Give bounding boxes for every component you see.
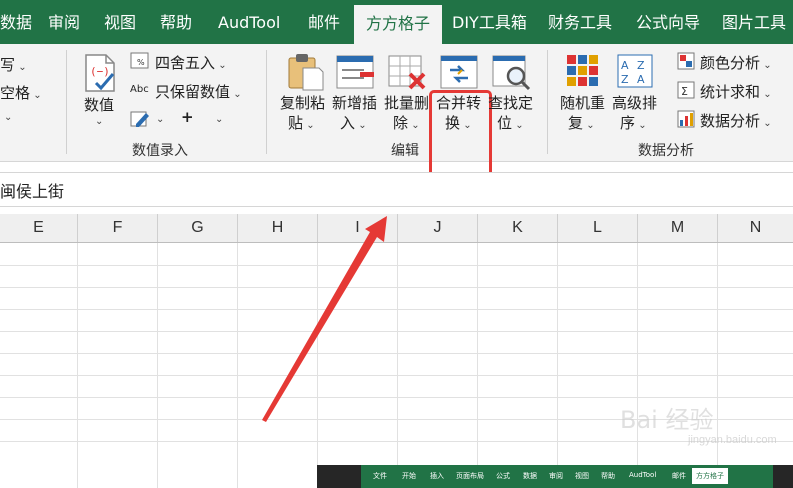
mini-tab[interactable]: 公式 — [496, 471, 510, 481]
mini-ribbon-inset: 文件 开始 插入 页面布局 公式 数据 审阅 视图 帮助 AudTool 邮件 … — [317, 465, 793, 488]
mini-tab[interactable]: AudTool — [629, 471, 656, 479]
baidu-watermark-url: jingyan.baidu.com — [688, 434, 777, 446]
mini-tab[interactable]: 邮件 — [672, 471, 686, 481]
mini-tab[interactable]: 插入 — [430, 471, 444, 481]
mini-tab[interactable]: 开始 — [402, 471, 416, 481]
baidu-watermark: Bai 经验 — [620, 406, 714, 434]
mini-tab[interactable]: 页面布局 — [456, 471, 484, 481]
mini-tab-active[interactable]: 方方格子 — [692, 468, 728, 484]
mini-tab-bar: 文件 开始 插入 页面布局 公式 数据 审阅 视图 帮助 AudTool 邮件 … — [361, 465, 773, 488]
mini-tab[interactable]: 视图 — [575, 471, 589, 481]
mini-tab[interactable]: 帮助 — [601, 471, 615, 481]
mini-tab[interactable]: 文件 — [373, 471, 387, 481]
mini-tab[interactable]: 审阅 — [549, 471, 563, 481]
mini-tab[interactable]: 数据 — [523, 471, 537, 481]
